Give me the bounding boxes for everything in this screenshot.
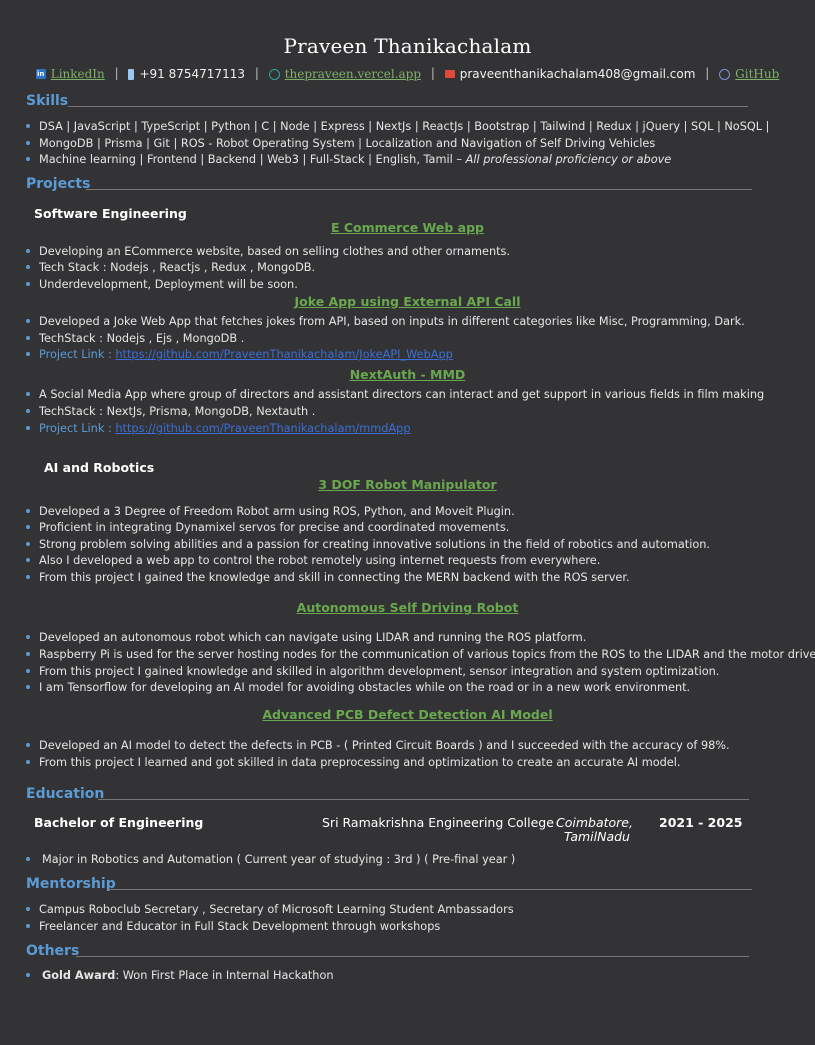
email-address[interactable]: praveenthanikachalam408@gmail.com <box>460 67 696 81</box>
project-title[interactable]: Autonomous Self Driving Robot <box>0 600 815 615</box>
software-engineering-heading: Software Engineering <box>34 206 187 221</box>
ai-robotics-heading: AI and Robotics <box>44 460 155 475</box>
list-item: Developed a Joke Web App that fetches jo… <box>26 315 745 328</box>
projects-rule <box>86 189 752 190</box>
list-item: Proficient in integrating Dynamixel serv… <box>26 521 509 534</box>
project-title[interactable]: Advanced PCB Defect Detection AI Model <box>0 707 815 722</box>
skills-rule <box>68 106 748 107</box>
contact-separator: | <box>430 66 435 80</box>
education-years: 2021 - 2025 <box>659 815 743 830</box>
list-item: Major in Robotics and Automation ( Curre… <box>26 853 515 866</box>
candidate-name: Praveen Thanikachalam <box>283 34 532 58</box>
email-contact[interactable]: praveenthanikachalam408@gmail.com <box>444 67 696 81</box>
project-title[interactable]: 3 DOF Robot Manipulator <box>0 477 815 492</box>
contact-separator: | <box>254 66 259 80</box>
college-state: TamilNadu <box>564 829 630 844</box>
github-link[interactable]: GitHub <box>735 67 779 81</box>
list-item: Freelancer and Educator in Full Stack De… <box>26 920 440 933</box>
proficiency-note: All professional proficiency or above <box>465 153 672 166</box>
skills-line: MongoDB | Prisma | Git | ROS - Robot Ope… <box>26 137 655 150</box>
list-item: Also I developed a web app to control th… <box>26 554 600 567</box>
github-contact[interactable]: GitHub <box>719 67 779 81</box>
project-link[interactable]: https://github.com/PraveenThanikachalam/… <box>115 422 410 435</box>
list-item: Raspberry Pi is used for the server host… <box>26 648 815 661</box>
education-heading: Education <box>26 786 105 802</box>
skills-line: Machine learning | Frontend | Backend | … <box>26 153 671 166</box>
website-link[interactable]: thepraveen.vercel.app <box>285 67 421 81</box>
phone-contact: +91 8754717113 <box>128 67 245 81</box>
project-title[interactable]: E Commerce Web app <box>0 220 815 235</box>
list-item: Project Link : https://github.com/Pravee… <box>26 348 453 361</box>
mentorship-heading: Mentorship <box>26 876 116 892</box>
award-label: Gold Award <box>42 969 116 982</box>
list-item: From this project I gained the knowledge… <box>26 571 630 584</box>
list-item: Campus Roboclub Secretary , Secretary of… <box>26 903 514 916</box>
list-item: TechStack : NextJs, Prisma, MongoDB, Nex… <box>26 405 315 418</box>
contact-bar: in LinkedIn | +91 8754717113 | thepraveen… <box>0 66 815 81</box>
phone-number: +91 8754717113 <box>139 66 245 81</box>
website-contact[interactable]: thepraveen.vercel.app <box>268 67 421 81</box>
list-item: Underdevelopment, Deployment will be soo… <box>26 278 298 291</box>
project-link[interactable]: https://github.com/PraveenThanikachalam/… <box>115 348 452 361</box>
skills-heading: Skills <box>26 93 69 109</box>
award-text: : Won First Place in Internal Hackathon <box>115 969 334 982</box>
github-icon <box>719 68 731 80</box>
list-item: Developed an autonomous robot which can … <box>26 631 586 644</box>
linkedin-contact[interactable]: in LinkedIn <box>35 67 105 81</box>
list-item: A Social Media App where group of direct… <box>26 388 764 401</box>
globe-icon <box>268 68 280 80</box>
college: Sri Ramakrishna Engineering College <box>322 815 554 830</box>
project-title[interactable]: Joke App using External API Call <box>0 294 815 309</box>
projects-heading: Projects <box>26 176 91 192</box>
list-item: Project Link : https://github.com/Pravee… <box>26 422 411 435</box>
list-item: TechStack : Nodejs , Ejs , MongoDB . <box>26 332 244 345</box>
others-heading: Others <box>26 943 80 959</box>
list-item: Gold Award: Won First Place in Internal … <box>26 969 334 982</box>
education-rule <box>98 799 749 800</box>
skills-line: DSA | JavaScript | TypeScript | Python |… <box>26 120 769 133</box>
linkedin-link[interactable]: LinkedIn <box>51 67 105 81</box>
mail-icon <box>444 70 455 78</box>
list-item: Developed a 3 Degree of Freedom Robot ar… <box>26 505 515 518</box>
others-rule <box>76 956 749 957</box>
list-item: From this project I gained knowledge and… <box>26 665 719 678</box>
college-city: Coimbatore, <box>556 815 633 830</box>
project-title[interactable]: NextAuth - MMD <box>0 367 815 382</box>
contact-separator: | <box>114 66 119 80</box>
list-item: I am Tensorflow for developing an AI mod… <box>26 681 690 694</box>
list-item: Developed an AI model to detect the defe… <box>26 739 730 752</box>
list-item: Strong problem solving abilities and a p… <box>26 538 710 551</box>
list-item: From this project I learned and got skil… <box>26 756 681 769</box>
linkedin-icon: in <box>35 69 46 79</box>
contact-separator: | <box>705 66 710 80</box>
list-item: Developing an ECommerce website, based o… <box>26 245 510 258</box>
mentorship-rule <box>108 889 752 890</box>
phone-icon <box>128 68 135 80</box>
degree: Bachelor of Engineering <box>34 815 204 830</box>
list-item: Tech Stack : Nodejs , Reactjs , Redux , … <box>26 261 315 274</box>
